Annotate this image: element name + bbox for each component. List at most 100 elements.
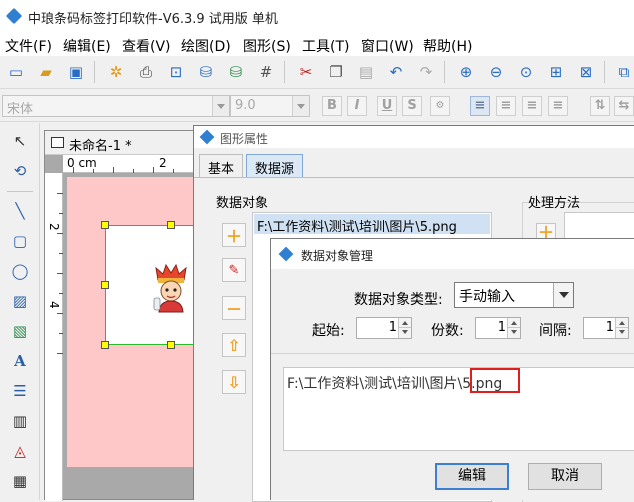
align-left-icon[interactable]: ≡ bbox=[470, 96, 490, 116]
data-content-textarea[interactable]: F:\工作资料\测试\培训\图片\5.png bbox=[283, 367, 634, 451]
resize-handle[interactable] bbox=[101, 341, 109, 349]
document-tab[interactable]: 未命名-1 * bbox=[45, 131, 203, 155]
interval-stepper[interactable]: 1 bbox=[583, 317, 629, 339]
cancel-button[interactable]: 取消 bbox=[528, 463, 602, 490]
image-tool-icon[interactable]: ▨ bbox=[8, 289, 32, 313]
fit-width-icon[interactable]: ⊠ bbox=[574, 60, 598, 84]
chevron-down-icon bbox=[292, 96, 309, 116]
edit-button[interactable]: 编辑 bbox=[435, 463, 509, 490]
text-tool-icon[interactable]: A bbox=[8, 349, 32, 373]
toolbar-separator bbox=[604, 61, 605, 83]
rotate-icon[interactable]: ⟲ bbox=[8, 159, 32, 183]
fit-page-icon[interactable]: ⊞ bbox=[544, 60, 568, 84]
settings-gear-icon[interactable]: ✲ bbox=[104, 60, 128, 84]
align-icon[interactable]: ⧉ bbox=[612, 60, 634, 84]
ruler-mark: 2 bbox=[159, 156, 167, 170]
menu-window[interactable]: 窗口(W) bbox=[361, 36, 414, 56]
font-family-select[interactable]: 宋体 bbox=[2, 95, 230, 117]
menu-view[interactable]: 查看(V) bbox=[122, 36, 171, 56]
text-layout-icon[interactable]: ⇆ bbox=[614, 96, 634, 116]
menu-tools[interactable]: 工具(T) bbox=[302, 36, 349, 56]
document-title: 未命名-1 * bbox=[69, 139, 132, 154]
zoom-in-icon[interactable]: ⊕ bbox=[454, 60, 478, 84]
underline-button[interactable]: U bbox=[377, 96, 397, 116]
resize-handle[interactable] bbox=[167, 221, 175, 229]
dialog-app-icon bbox=[199, 129, 215, 145]
stepper-up-icon[interactable] bbox=[507, 318, 520, 328]
toolbar-separator bbox=[444, 61, 445, 83]
menu-draw[interactable]: 绘图(D) bbox=[181, 36, 231, 56]
edit-data-object-button[interactable]: ✎ bbox=[222, 258, 246, 282]
tab-divider bbox=[194, 177, 634, 178]
horizontal-ruler: 0 cm 2 bbox=[63, 155, 203, 173]
font-family-value: 宋体 bbox=[7, 102, 34, 117]
database-icon[interactable]: ⛁ bbox=[194, 60, 218, 84]
resize-handle[interactable] bbox=[101, 281, 109, 289]
copy-icon[interactable]: ❐ bbox=[324, 60, 348, 84]
document-window: 未命名-1 * 0 cm 2 2 4 bbox=[44, 130, 204, 501]
strikethrough-button[interactable]: S bbox=[402, 96, 422, 116]
italic-button[interactable]: I bbox=[347, 96, 367, 116]
menu-shape[interactable]: 图形(S) bbox=[243, 36, 291, 56]
start-stepper[interactable]: 1 bbox=[356, 317, 412, 339]
font-settings-icon[interactable]: ⚙ bbox=[430, 96, 450, 116]
zoom-icon[interactable]: ⊙ bbox=[514, 60, 538, 84]
copies-stepper[interactable]: 1 bbox=[475, 317, 521, 339]
picture-tool-icon[interactable]: ▧ bbox=[8, 319, 32, 343]
ruler-unit-label: 0 cm bbox=[67, 156, 97, 170]
select-pointer-icon[interactable]: ↖ bbox=[8, 129, 32, 153]
rich-text-tool-icon[interactable]: ☰ bbox=[8, 379, 32, 403]
save-icon[interactable]: ▣ bbox=[64, 60, 88, 84]
main-toolbar: ▭ ▰ ▣ ✲ ⎙ ⊡ ⛁ ⛁ # ✂ ❐ ▤ ↶ ↷ ⊕ ⊖ ⊙ ⊞ ⊠ ⧉ bbox=[0, 56, 634, 89]
data-type-select[interactable]: 手动输入 bbox=[454, 282, 574, 308]
menu-edit[interactable]: 编辑(E) bbox=[63, 36, 111, 56]
align-right-icon[interactable]: ≡ bbox=[522, 96, 542, 116]
stepper-up-icon[interactable] bbox=[398, 318, 411, 328]
toolbar-separator bbox=[284, 61, 285, 83]
tab-data-source[interactable]: 数据源 bbox=[246, 154, 304, 178]
rounded-rect-tool-icon[interactable]: ▢ bbox=[8, 229, 32, 253]
stepper-down-icon[interactable] bbox=[398, 328, 411, 338]
resize-handle[interactable] bbox=[101, 221, 109, 229]
chevron-down-icon bbox=[212, 96, 229, 116]
dialog-title-bar[interactable]: 数据对象管理 bbox=[271, 239, 634, 269]
redo-icon[interactable]: ↷ bbox=[414, 60, 438, 84]
tab-basic[interactable]: 基本 bbox=[199, 154, 244, 178]
bold-button[interactable]: B bbox=[322, 96, 342, 116]
font-size-select[interactable]: 9.0 bbox=[230, 95, 310, 117]
ruler-mark: 2 bbox=[47, 223, 61, 231]
paste-icon[interactable]: ▤ bbox=[354, 60, 378, 84]
chevron-down-icon[interactable] bbox=[553, 283, 573, 307]
dialog-title-bar[interactable]: 图形属性 bbox=[194, 126, 634, 148]
text-direction-icon[interactable]: ⇅ bbox=[590, 96, 610, 116]
menu-file[interactable]: 文件(F) bbox=[5, 36, 52, 56]
align-center-icon[interactable]: ≡ bbox=[496, 96, 516, 116]
barcode-tool-icon[interactable]: ▥ bbox=[8, 409, 32, 433]
stepper-down-icon[interactable] bbox=[507, 328, 520, 338]
justify-icon[interactable]: ≡ bbox=[548, 96, 568, 116]
stepper-up-icon[interactable] bbox=[615, 318, 628, 328]
resize-handle[interactable] bbox=[167, 341, 175, 349]
selected-image-object[interactable] bbox=[105, 225, 203, 345]
list-item[interactable]: F:\工作资料\测试\培训\图片\5.png bbox=[254, 214, 490, 234]
open-folder-icon[interactable]: ▰ bbox=[34, 60, 58, 84]
remove-data-object-button[interactable]: － bbox=[222, 296, 246, 320]
print-icon[interactable]: ⎙ bbox=[134, 60, 158, 84]
shape-tool-icon[interactable]: ◬ bbox=[8, 439, 32, 463]
print-preview-icon[interactable]: ⊡ bbox=[164, 60, 188, 84]
qrcode-tool-icon[interactable]: ▦ bbox=[8, 469, 32, 493]
database-settings-icon[interactable]: ⛁ bbox=[224, 60, 248, 84]
zoom-out-icon[interactable]: ⊖ bbox=[484, 60, 508, 84]
add-data-object-button[interactable]: ＋ bbox=[222, 223, 246, 247]
line-tool-icon[interactable]: ╲ bbox=[8, 199, 32, 223]
ellipse-tool-icon[interactable]: ◯ bbox=[8, 259, 32, 283]
new-document-icon[interactable]: ▭ bbox=[4, 60, 28, 84]
move-up-button[interactable]: ⇧ bbox=[222, 333, 246, 357]
stepper-down-icon[interactable] bbox=[615, 328, 628, 338]
undo-icon[interactable]: ↶ bbox=[384, 60, 408, 84]
title-bar: 中琅条码标签打印软件-V6.3.9 试用版 单机 bbox=[0, 0, 634, 32]
cut-icon[interactable]: ✂ bbox=[294, 60, 318, 84]
grid-icon[interactable]: # bbox=[254, 60, 278, 84]
menu-help[interactable]: 帮助(H) bbox=[423, 36, 472, 56]
move-down-button[interactable]: ⇩ bbox=[222, 370, 246, 394]
